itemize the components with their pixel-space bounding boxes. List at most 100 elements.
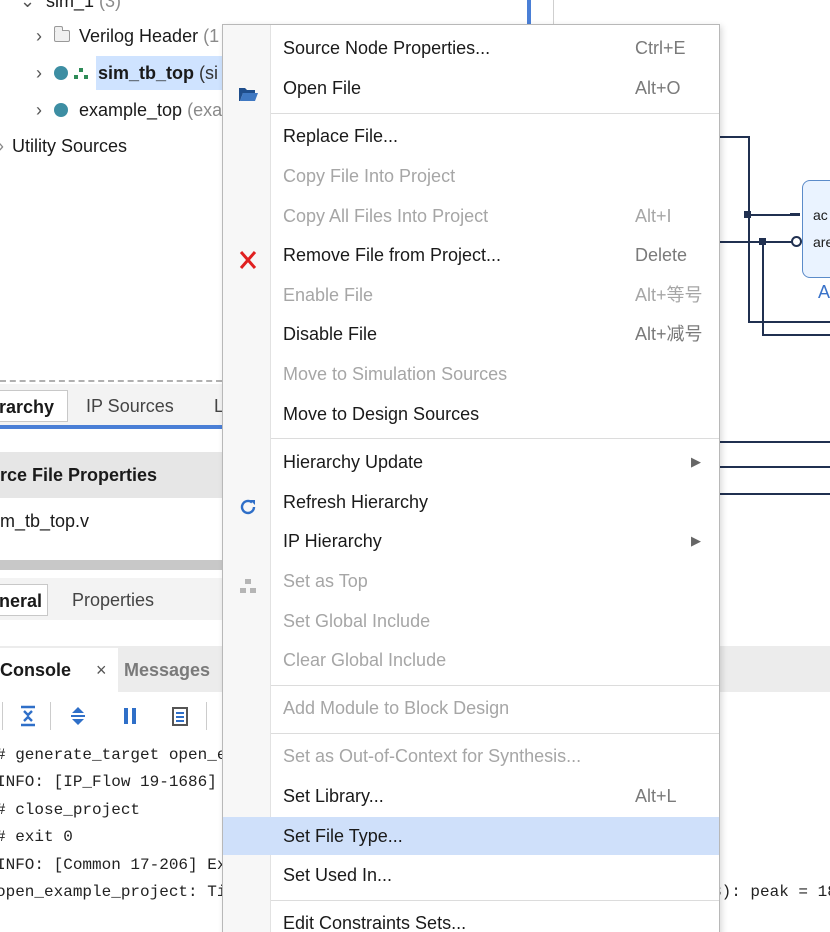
console-line: # close_project <box>0 801 141 819</box>
tree-label: sim_1 (3) <box>46 0 122 11</box>
menu-item-refresh-hierarchy[interactable]: Refresh Hierarchy <box>223 483 719 521</box>
block-label: A <box>818 282 830 302</box>
clear-log-icon[interactable] <box>168 704 192 728</box>
red-x-icon <box>237 245 259 269</box>
menu-item-replace-file[interactable]: Replace File... <box>223 117 719 155</box>
context-menu: Source Node Properties... Ctrl+E Open Fi… <box>222 24 720 932</box>
chevron-right-icon[interactable]: › <box>0 129 8 163</box>
folder-icon <box>54 26 70 42</box>
chevron-down-icon[interactable]: ⌄ <box>20 0 35 18</box>
menu-item-label: Clear Global Include <box>283 650 447 670</box>
menu-item-label: Set File Type... <box>283 826 403 846</box>
module-icon <box>54 66 68 80</box>
chevron-right-icon[interactable]: › <box>32 19 46 53</box>
tab-hierarchy[interactable]: rarchy <box>0 390 68 422</box>
console-tab-label: Console <box>0 660 72 680</box>
module-icon <box>54 103 68 117</box>
tab-underline <box>0 425 222 429</box>
top-hierarchy-icon <box>74 66 88 80</box>
toolbar-separator <box>2 702 3 730</box>
console-line: open_example_project: Tim <box>0 883 237 901</box>
menu-item-label: Edit Constraints Sets... <box>283 913 467 932</box>
wire <box>748 136 750 322</box>
menu-item-label: Set Global Include <box>283 611 431 631</box>
menu-item-set-library[interactable]: Set Library... Alt+L <box>223 777 719 815</box>
console-toolbar <box>0 696 222 736</box>
menu-item-shortcut: Alt+O <box>635 78 681 98</box>
menu-item-label: Move to Design Sources <box>283 404 480 424</box>
submenu-arrow-icon: ▶ <box>691 533 701 548</box>
menu-item-label: Hierarchy Update <box>283 452 424 472</box>
tree-label: sim_tb_top (si <box>98 63 219 83</box>
menu-item-label: Disable File <box>283 324 378 344</box>
menu-item-hierarchy-update[interactable]: Hierarchy Update ▶ <box>223 443 719 481</box>
hierarchy-icon <box>237 571 259 593</box>
junction <box>759 238 766 245</box>
wire <box>718 241 792 243</box>
menu-separator <box>271 113 719 114</box>
chevron-right-icon[interactable]: › <box>32 56 46 90</box>
scrollbar-accent <box>527 0 531 24</box>
pin-label: ac <box>813 207 828 223</box>
menu-item-move-to-design-sources[interactable]: Move to Design Sources <box>223 395 719 433</box>
pane-divider <box>553 0 554 24</box>
pause-icon[interactable] <box>118 704 142 728</box>
menu-item-label: Enable File <box>283 285 374 305</box>
wire <box>762 241 764 335</box>
wire <box>718 441 830 443</box>
tree-label: Utility Sources <box>12 136 128 156</box>
console-line: # generate_target open_ex <box>0 746 237 764</box>
menu-item-disable-file[interactable]: Disable File Alt+减号 <box>223 315 719 353</box>
menu-item-label: Copy File Into Project <box>283 166 456 186</box>
console-line: INFO: [Common 17-206] Exi <box>0 856 237 874</box>
submenu-arrow-icon: ▶ <box>691 454 701 469</box>
menu-item-shortcut: Delete <box>635 245 688 265</box>
tab-messages[interactable]: Messages <box>124 648 210 692</box>
menu-item-label: Set Library... <box>283 786 384 806</box>
menu-item-label: Set as Top <box>283 571 368 591</box>
wire <box>718 466 830 468</box>
tab-properties[interactable]: Properties <box>72 584 154 616</box>
chevron-right-icon[interactable]: › <box>32 93 46 127</box>
menu-item-remove-file-from-project[interactable]: Remove File from Project... Delete <box>223 236 719 274</box>
tree-label: Verilog Header (1 <box>79 26 220 46</box>
menu-separator <box>271 685 719 686</box>
menu-separator <box>271 900 719 901</box>
collapse-all-icon[interactable] <box>16 704 40 728</box>
folder-open-icon <box>237 78 259 101</box>
console-line: # exit 0 <box>0 828 73 846</box>
wire <box>718 493 830 495</box>
menu-separator <box>271 438 719 439</box>
tab-console[interactable]: Console × <box>0 648 118 692</box>
pane-splitter[interactable] <box>0 380 222 382</box>
menu-item-ip-hierarchy[interactable]: IP Hierarchy ▶ <box>223 522 719 560</box>
wire <box>748 321 830 323</box>
console-line: INFO: [IP_Flow 19-1686] G <box>0 773 237 791</box>
toolbar-separator <box>50 702 51 730</box>
horizontal-scrollbar[interactable] <box>0 560 222 570</box>
menu-item-label: Source Node Properties... <box>283 38 491 58</box>
menu-item-set-used-in[interactable]: Set Used In... <box>223 856 719 894</box>
menu-item-label: Refresh Hierarchy <box>283 492 429 512</box>
tab-ip-sources[interactable]: IP Sources <box>86 390 174 422</box>
pin-label: are <box>813 234 830 250</box>
menu-item-set-global-include: Set Global Include <box>223 602 719 640</box>
menu-item-label: Remove File from Project... <box>283 245 502 265</box>
menu-item-set-file-type[interactable]: Set File Type... <box>223 817 719 855</box>
menu-item-label: Open File <box>283 78 362 98</box>
menu-item-source-node-properties[interactable]: Source Node Properties... Ctrl+E <box>223 29 719 67</box>
menu-item-shortcut: Ctrl+E <box>635 38 686 58</box>
menu-item-set-as-top: Set as Top <box>223 562 719 600</box>
ip-block[interactable]: ac are <box>802 180 830 278</box>
menu-item-set-out-of-context: Set as Out-of-Context for Synthesis... <box>223 737 719 775</box>
menu-item-edit-constraints-sets[interactable]: Edit Constraints Sets... <box>223 904 719 932</box>
menu-item-open-file[interactable]: Open File Alt+O <box>223 69 719 107</box>
console-line-fragment: 3): peak = 18 <box>712 883 830 901</box>
expand-all-icon[interactable] <box>66 704 90 728</box>
menu-item-shortcut: Alt+等号 <box>635 285 703 305</box>
menu-item-label: Add Module to Block Design <box>283 698 510 718</box>
close-icon[interactable]: × <box>96 648 107 692</box>
menu-separator <box>271 733 719 734</box>
tab-general[interactable]: neral <box>0 584 48 616</box>
menu-item-enable-file: Enable File Alt+等号 <box>223 276 719 314</box>
